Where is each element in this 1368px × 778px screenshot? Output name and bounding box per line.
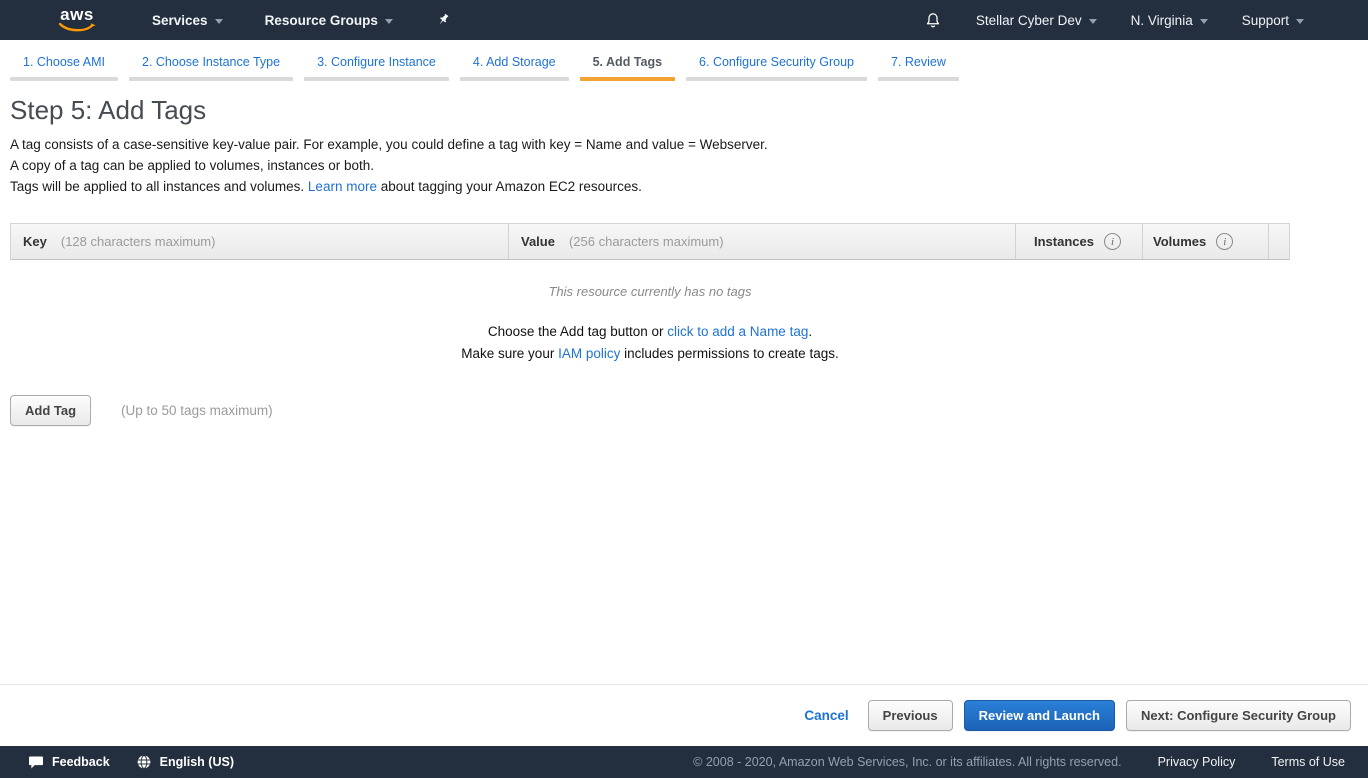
tab-label: 4. Add Storage <box>460 50 569 77</box>
description-line-1: A tag consists of a case-sensitive key-v… <box>10 134 1368 155</box>
volumes-column-label: Volumes <box>1153 234 1206 249</box>
chevron-down-icon <box>1200 19 1208 24</box>
wizard-tabbar: 1. Choose AMI 2. Choose Instance Type 3.… <box>0 40 1368 81</box>
add-tag-row: Add Tag (Up to 50 tags maximum) <box>10 395 1368 426</box>
aws-logo[interactable]: aws <box>58 7 96 33</box>
learn-more-link[interactable]: Learn more <box>308 179 377 194</box>
tab-review[interactable]: 7. Review <box>878 50 959 81</box>
empty-hint-line-2: Make sure your IAM policy includes permi… <box>10 343 1290 365</box>
tab-underline <box>304 77 449 81</box>
nav-left: Services Resource Groups <box>152 12 451 28</box>
tab-label: 6. Configure Security Group <box>686 50 867 77</box>
feedback-label: Feedback <box>52 755 110 769</box>
nav-account-menu[interactable]: Stellar Cyber Dev <box>976 13 1097 28</box>
add-tag-button[interactable]: Add Tag <box>10 395 91 426</box>
value-column-label: Value <box>521 234 555 249</box>
nav-services[interactable]: Services <box>152 13 223 28</box>
description-line-3-pre: Tags will be applied to all instances an… <box>10 179 308 194</box>
nav-support-menu[interactable]: Support <box>1242 13 1304 28</box>
tab-underline <box>129 77 293 81</box>
empty-hint-line-2-post: includes permissions to create tags. <box>620 346 838 361</box>
key-column-label: Key <box>23 234 47 249</box>
chevron-down-icon <box>385 19 393 24</box>
tab-add-tags[interactable]: 5. Add Tags <box>580 50 675 81</box>
description-line-3-post: about tagging your Amazon EC2 resources. <box>377 179 642 194</box>
feedback-button[interactable]: Feedback <box>28 755 110 770</box>
page-title: Step 5: Add Tags <box>10 95 1368 126</box>
privacy-policy-link[interactable]: Privacy Policy <box>1158 755 1236 769</box>
column-divider <box>1268 224 1269 259</box>
tab-underline <box>10 77 118 81</box>
next-configure-security-group-button[interactable]: Next: Configure Security Group <box>1126 700 1351 731</box>
cancel-link[interactable]: Cancel <box>804 708 848 723</box>
footer-right: © 2008 - 2020, Amazon Web Services, Inc.… <box>693 755 1345 769</box>
language-button[interactable]: English (US) <box>136 754 234 770</box>
nav-right: Stellar Cyber Dev N. Virginia Support <box>924 11 1304 30</box>
tab-label: 1. Choose AMI <box>10 50 118 77</box>
description-line-2: A copy of a tag can be applied to volume… <box>10 155 1368 176</box>
tab-label: 2. Choose Instance Type <box>129 50 293 77</box>
main-content: Step 5: Add Tags A tag consists of a cas… <box>0 81 1368 426</box>
tags-table-header: Key (128 characters maximum) Value (256 … <box>10 223 1290 260</box>
tab-underline <box>580 77 675 81</box>
nav-services-label: Services <box>152 13 208 28</box>
chevron-down-icon <box>1089 19 1097 24</box>
previous-button[interactable]: Previous <box>868 700 953 731</box>
language-label: English (US) <box>160 755 234 769</box>
wizard-action-bar: Cancel Previous Review and Launch Next: … <box>0 684 1368 746</box>
top-nav: aws Services Resource Groups <box>0 0 1368 40</box>
tab-underline <box>460 77 569 81</box>
tags-empty-state: This resource currently has no tags Choo… <box>10 284 1290 365</box>
nav-support-label: Support <box>1242 13 1289 28</box>
page-footer: Feedback English (US) © 2008 - 2020, Ama… <box>0 746 1368 778</box>
bell-icon[interactable] <box>924 11 942 30</box>
value-column-hint: (256 characters maximum) <box>569 234 724 249</box>
tab-label: 5. Add Tags <box>580 50 675 77</box>
globe-icon <box>136 754 152 770</box>
footer-left: Feedback English (US) <box>28 754 234 770</box>
chevron-down-icon <box>1296 19 1304 24</box>
volumes-info-icon[interactable]: i <box>1216 233 1233 250</box>
column-header-key: Key (128 characters maximum) <box>11 224 508 259</box>
instances-column-label: Instances <box>1034 234 1094 249</box>
description-line-3: Tags will be applied to all instances an… <box>10 176 1368 197</box>
key-column-hint: (128 characters maximum) <box>61 234 216 249</box>
tab-label: 7. Review <box>878 50 959 77</box>
empty-hint-line-2-pre: Make sure your <box>461 346 558 361</box>
nav-region-menu[interactable]: N. Virginia <box>1131 13 1208 28</box>
empty-hint-line-1: Choose the Add tag button or click to ad… <box>10 321 1290 343</box>
empty-hint-line-1-pre: Choose the Add tag button or <box>488 324 667 339</box>
aws-logo-text: aws <box>60 7 94 22</box>
column-header-volumes: Volumes i <box>1143 224 1268 259</box>
iam-policy-link[interactable]: IAM policy <box>558 346 620 361</box>
review-and-launch-button[interactable]: Review and Launch <box>964 700 1115 731</box>
nav-resource-groups[interactable]: Resource Groups <box>265 13 393 28</box>
tab-configure-instance[interactable]: 3. Configure Instance <box>304 50 449 81</box>
no-tags-message: This resource currently has no tags <box>10 284 1290 299</box>
terms-of-use-link[interactable]: Terms of Use <box>1271 755 1345 769</box>
nav-account-label: Stellar Cyber Dev <box>976 13 1082 28</box>
column-header-value: Value (256 characters maximum) <box>509 224 1015 259</box>
tab-underline <box>686 77 867 81</box>
nav-resource-groups-label: Resource Groups <box>265 13 378 28</box>
add-name-tag-link[interactable]: click to add a Name tag <box>667 324 808 339</box>
add-tag-hint: (Up to 50 tags maximum) <box>121 403 273 418</box>
tab-choose-instance-type[interactable]: 2. Choose Instance Type <box>129 50 293 81</box>
tab-configure-security-group[interactable]: 6. Configure Security Group <box>686 50 867 81</box>
tab-label: 3. Configure Instance <box>304 50 449 77</box>
nav-region-label: N. Virginia <box>1131 13 1193 28</box>
speech-bubble-icon <box>28 755 44 770</box>
empty-hint-line-1-post: . <box>808 324 812 339</box>
copyright-text: © 2008 - 2020, Amazon Web Services, Inc.… <box>693 755 1121 769</box>
tab-add-storage[interactable]: 4. Add Storage <box>460 50 569 81</box>
chevron-down-icon <box>215 19 223 24</box>
tab-underline <box>878 77 959 81</box>
pin-icon[interactable] <box>435 12 451 28</box>
aws-smile-icon <box>58 22 96 33</box>
instances-info-icon[interactable]: i <box>1104 233 1121 250</box>
column-header-instances: Instances i <box>1016 224 1142 259</box>
page-description: A tag consists of a case-sensitive key-v… <box>10 134 1368 197</box>
tab-choose-ami[interactable]: 1. Choose AMI <box>10 50 118 81</box>
